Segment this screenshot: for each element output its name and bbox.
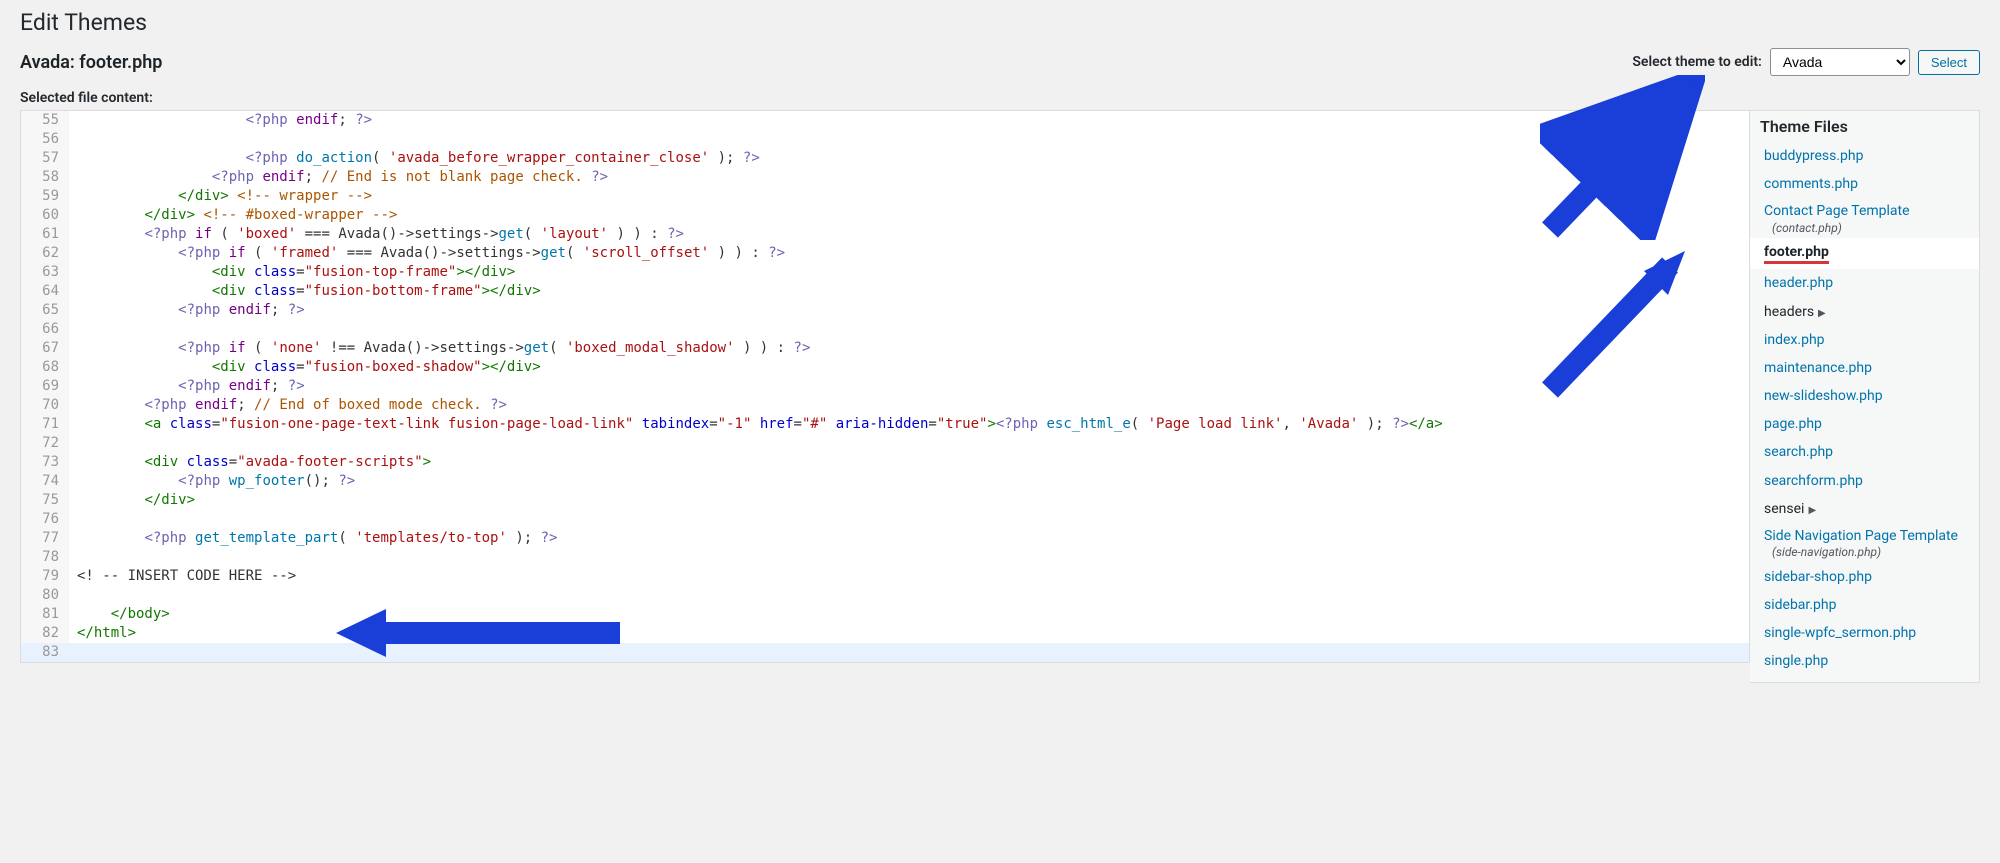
- file-item[interactable]: maintenance.php: [1750, 354, 1979, 382]
- theme-files-panel: Theme Files buddypress.phpcomments.phpCo…: [1750, 110, 1980, 683]
- file-item[interactable]: Contact Page Template(contact.php): [1750, 198, 1979, 238]
- code-line[interactable]: 73 <div class="avada-footer-scripts">: [21, 453, 1749, 472]
- file-item[interactable]: single.php: [1750, 647, 1979, 675]
- code-line[interactable]: 58 <?php endif; // End is not blank page…: [21, 168, 1749, 187]
- file-item[interactable]: search.php: [1750, 438, 1979, 466]
- file-item[interactable]: sidebar-shop.php: [1750, 563, 1979, 591]
- code-line[interactable]: 69 <?php endif; ?>: [21, 377, 1749, 396]
- file-item[interactable]: buddypress.php: [1750, 142, 1979, 170]
- file-item[interactable]: index.php: [1750, 326, 1979, 354]
- page-title: Edit Themes: [20, 0, 1980, 40]
- file-item[interactable]: new-slideshow.php: [1750, 382, 1979, 410]
- file-item[interactable]: footer.php: [1750, 238, 1979, 269]
- code-line[interactable]: 78: [21, 548, 1749, 567]
- code-line[interactable]: 74 <?php wp_footer(); ?>: [21, 472, 1749, 491]
- chevron-right-icon: ▶: [1818, 308, 1826, 319]
- file-item[interactable]: sidebar.php: [1750, 591, 1979, 619]
- theme-select-label: Select theme to edit:: [1632, 54, 1761, 70]
- code-line[interactable]: 59 </div> <!-- wrapper -->: [21, 187, 1749, 206]
- code-line[interactable]: 62 <?php if ( 'framed' === Avada()->sett…: [21, 244, 1749, 263]
- chevron-right-icon: ▶: [1808, 505, 1816, 516]
- code-line[interactable]: 71 <a class="fusion-one-page-text-link f…: [21, 415, 1749, 434]
- theme-select[interactable]: Avada: [1770, 48, 1910, 76]
- code-line[interactable]: 79<! -- INSERT CODE HERE -->: [21, 567, 1749, 586]
- selected-file-content-label: Selected file content:: [20, 90, 1980, 106]
- code-line[interactable]: 70 <?php endif; // End of boxed mode che…: [21, 396, 1749, 415]
- theme-files-title: Theme Files: [1750, 111, 1979, 142]
- code-line[interactable]: 80: [21, 586, 1749, 605]
- file-item[interactable]: Side Navigation Page Template(side-navig…: [1750, 523, 1979, 563]
- theme-file-list[interactable]: buddypress.phpcomments.phpContact Page T…: [1750, 142, 1979, 682]
- current-file-heading: Avada: footer.php: [20, 52, 162, 73]
- code-line[interactable]: 77 <?php get_template_part( 'templates/t…: [21, 529, 1749, 548]
- code-line[interactable]: 64 <div class="fusion-bottom-frame"></di…: [21, 282, 1749, 301]
- code-line[interactable]: 61 <?php if ( 'boxed' === Avada()->setti…: [21, 225, 1749, 244]
- file-item[interactable]: sensei▶: [1750, 495, 1979, 523]
- file-item[interactable]: comments.php: [1750, 170, 1979, 198]
- code-line[interactable]: 72: [21, 434, 1749, 453]
- code-line[interactable]: 60 </div> <!-- #boxed-wrapper -->: [21, 206, 1749, 225]
- file-item[interactable]: header.php: [1750, 269, 1979, 297]
- code-line[interactable]: 68 <div class="fusion-boxed-shadow"></di…: [21, 358, 1749, 377]
- file-item[interactable]: single-wpfc_sermon.php: [1750, 619, 1979, 647]
- code-line[interactable]: 55 <?php endif; ?>: [21, 111, 1749, 130]
- code-line[interactable]: 76: [21, 510, 1749, 529]
- code-line[interactable]: 57 <?php do_action( 'avada_before_wrappe…: [21, 149, 1749, 168]
- code-line[interactable]: 56: [21, 130, 1749, 149]
- code-line[interactable]: 65 <?php endif; ?>: [21, 301, 1749, 320]
- code-line[interactable]: 67 <?php if ( 'none' !== Avada()->settin…: [21, 339, 1749, 358]
- code-line[interactable]: 75 </div>: [21, 491, 1749, 510]
- code-line[interactable]: 83: [21, 643, 1749, 662]
- file-item[interactable]: sliding_bar.php: [1750, 676, 1979, 682]
- code-line[interactable]: 66: [21, 320, 1749, 339]
- code-editor[interactable]: 55 <?php endif; ?>5657 <?php do_action( …: [20, 110, 1750, 663]
- file-item[interactable]: searchform.php: [1750, 467, 1979, 495]
- select-button[interactable]: Select: [1918, 50, 1980, 75]
- file-item[interactable]: headers▶: [1750, 298, 1979, 326]
- code-line[interactable]: 82</html>: [21, 624, 1749, 643]
- code-line[interactable]: 81 </body>: [21, 605, 1749, 624]
- file-item[interactable]: page.php: [1750, 410, 1979, 438]
- code-line[interactable]: 63 <div class="fusion-top-frame"></div>: [21, 263, 1749, 282]
